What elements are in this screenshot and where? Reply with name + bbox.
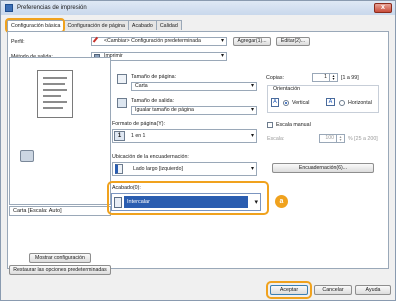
output-size-select[interactable]: Igualar tamaño de página	[131, 106, 257, 115]
n-up-icon: 1	[114, 131, 125, 141]
scale-label: Escala:	[267, 136, 285, 142]
binding-button[interactable]: Encuadernación(6)...	[272, 163, 374, 173]
restore-defaults-button[interactable]: Restaurar las opciones predeterminadas	[9, 265, 111, 275]
window-title: Preferencias de impresión	[17, 5, 87, 11]
scale-spinner-icon[interactable]: ▴ ▾	[336, 135, 344, 142]
chevron-down-icon[interactable]: ▾	[254, 198, 258, 206]
portrait-icon: A	[271, 98, 279, 107]
page-size-icon	[117, 74, 127, 84]
edit-profile-button[interactable]: Editar(2)...	[276, 37, 310, 46]
finishing-select[interactable]: Intercalar ▾	[111, 193, 261, 211]
vertical-radio[interactable]	[283, 100, 289, 106]
page-size-select[interactable]: Carta	[131, 82, 257, 91]
orientation-label: Orientación	[273, 86, 301, 92]
printer-app-icon	[5, 4, 13, 12]
profile-select[interactable]: <Cambiar> Configuración predeterminada	[91, 37, 227, 46]
copies-value: 1	[324, 74, 327, 80]
copies-label: Copias:	[266, 75, 284, 81]
print-preferences-window: Preferencias de impresión x Configuració…	[0, 0, 396, 301]
tab-page-config[interactable]: Configuración de página	[63, 20, 129, 30]
printer-icon	[20, 150, 34, 162]
output-size-icon	[117, 98, 127, 108]
cancel-button[interactable]: Cancelar	[314, 285, 352, 295]
finishing-label: Acabado(0):	[112, 185, 141, 191]
preview-status: Carta [Escala: Auto]	[9, 206, 111, 216]
finishing-value: Intercalar	[124, 196, 248, 208]
page-preview	[9, 57, 111, 205]
copies-range: [1 a 99]	[341, 75, 359, 81]
scale-value: 100	[325, 135, 334, 141]
page-size-label: Tamaño de página:	[131, 74, 177, 80]
title-bar: Preferencias de impresión x	[1, 1, 395, 15]
show-config-button[interactable]: Mostrar configuración	[29, 253, 91, 263]
binding-value: Lado largo [izquierdo]	[133, 166, 183, 172]
output-method-select[interactable]: Imprimir	[91, 52, 227, 61]
close-button[interactable]: x	[374, 3, 392, 13]
vertical-label: Vertical	[292, 100, 310, 106]
collate-icon	[114, 197, 122, 208]
binding-select[interactable]: Lado largo [izquierdo]	[112, 162, 257, 176]
callout-marker: a	[275, 195, 288, 208]
page-size-value: Carta	[135, 83, 148, 89]
landscape-icon: A	[326, 98, 335, 106]
scale-input[interactable]: 100 ▴ ▾	[319, 134, 345, 143]
output-size-label: Tamaño de salida:	[131, 98, 174, 104]
copies-spinner-icon[interactable]: ▴ ▾	[329, 74, 337, 81]
tab-quality[interactable]: Calidad	[155, 20, 182, 30]
page-format-value: 1 en 1	[131, 133, 146, 139]
accept-button[interactable]: Aceptar	[270, 285, 308, 295]
output-size-value: Igualar tamaño de página	[135, 107, 194, 113]
tab-finishing[interactable]: Acabado	[127, 20, 157, 30]
profile-label: Perfil:	[11, 39, 25, 45]
binding-label: Ubicación de la encuadernación:	[112, 154, 189, 160]
manual-scale-checkbox[interactable]	[267, 122, 273, 128]
page-format-select[interactable]: 1 en 1	[112, 129, 257, 143]
page-format-label: Formato de página(Y):	[112, 121, 165, 127]
page-thumbnail	[37, 70, 73, 118]
manual-scale-label: Escala manual	[276, 122, 311, 128]
binding-edge-icon	[115, 164, 123, 174]
copies-input[interactable]: 1 ▴ ▾	[312, 73, 338, 82]
profile-value: <Cambiar> Configuración predeterminada	[104, 38, 201, 44]
add-profile-button[interactable]: Agregar(1)...	[233, 37, 271, 46]
help-button[interactable]: Ayuda	[355, 285, 391, 295]
horizontal-radio[interactable]	[339, 100, 345, 106]
scale-range: % [25 a 200]	[348, 136, 378, 142]
horizontal-label: Horizontal	[348, 100, 372, 106]
